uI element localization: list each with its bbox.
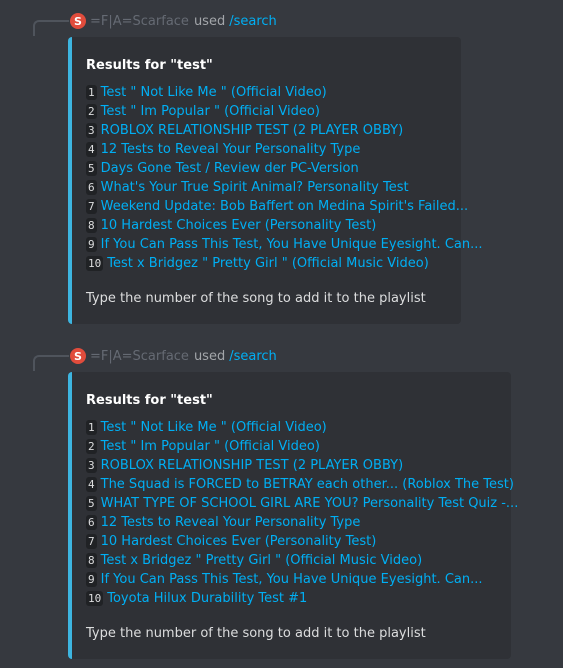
reply-connector bbox=[33, 20, 69, 36]
result-number: 6 bbox=[86, 515, 97, 530]
result-number: 4 bbox=[86, 142, 97, 157]
username[interactable]: =F|A=Scarface bbox=[90, 349, 189, 364]
result-link[interactable]: Test " Not Like Me " (Official Video) bbox=[101, 85, 327, 100]
message-header: S =F|A=Scarface used /search bbox=[70, 12, 277, 30]
list-item: 2 Test " Im Popular " (Official Video) bbox=[86, 437, 518, 456]
search-results-embed: Results for "test" 1 Test " Not Like Me "… bbox=[68, 372, 518, 659]
avatar[interactable]: S bbox=[70, 348, 86, 364]
result-link[interactable]: ROBLOX RELATIONSHIP TEST (2 PLAYER OBBY) bbox=[101, 123, 404, 138]
list-item: 10 Test x Bridgez " Pretty Girl " (Offici… bbox=[86, 254, 483, 273]
result-link[interactable]: If You Can Pass This Test, You Have Uniq… bbox=[101, 237, 483, 252]
result-number: 3 bbox=[86, 458, 97, 473]
list-item: 5 WHAT TYPE OF SCHOOL GIRL ARE YOU? Perso… bbox=[86, 494, 518, 513]
list-item: 10 Toyota Hilux Durability Test #1 bbox=[86, 589, 518, 608]
list-item: 2 Test " Im Popular " (Official Video) bbox=[86, 102, 483, 121]
list-item: 3 ROBLOX RELATIONSHIP TEST (2 PLAYER OBBY… bbox=[86, 456, 518, 475]
list-item: 8 Test x Bridgez " Pretty Girl " (Officia… bbox=[86, 551, 518, 570]
result-link[interactable]: 12 Tests to Reveal Your Personality Type bbox=[101, 142, 361, 157]
result-link[interactable]: 10 Hardest Choices Ever (Personality Tes… bbox=[101, 218, 377, 233]
embed-title: Results for "test" bbox=[86, 393, 213, 408]
command-link[interactable]: /search bbox=[229, 14, 277, 29]
result-number: 7 bbox=[86, 534, 97, 549]
list-item: 4 The Squad is FORCED to BETRAY each othe… bbox=[86, 475, 518, 494]
result-number: 4 bbox=[86, 477, 97, 492]
result-number: 3 bbox=[86, 123, 97, 138]
result-link[interactable]: Test x Bridgez " Pretty Girl " (Official… bbox=[107, 256, 429, 271]
result-link[interactable]: Test " Not Like Me " (Official Video) bbox=[101, 420, 327, 435]
list-item: 9 If You Can Pass This Test, You Have Uni… bbox=[86, 570, 518, 589]
list-item: 1 Test " Not Like Me " (Official Video) bbox=[86, 418, 518, 437]
embed-footer-text: Type the number of the song to add it to… bbox=[86, 626, 426, 641]
result-number: 10 bbox=[86, 256, 104, 271]
results-list: 1 Test " Not Like Me " (Official Video) 2… bbox=[86, 83, 483, 273]
message-header: S =F|A=Scarface used /search bbox=[70, 347, 277, 365]
list-item: 7 10 Hardest Choices Ever (Personality Te… bbox=[86, 532, 518, 551]
result-link[interactable]: Toyota Hilux Durability Test #1 bbox=[107, 591, 307, 606]
result-link[interactable]: Test " Im Popular " (Official Video) bbox=[101, 104, 320, 119]
result-link[interactable]: Days Gone Test / Review der PC-Version bbox=[101, 161, 359, 176]
result-number: 2 bbox=[86, 439, 97, 454]
list-item: 6 What's Your True Spirit Animal? Persona… bbox=[86, 178, 483, 197]
list-item: 7 Weekend Update: Bob Baffert on Medina S… bbox=[86, 197, 483, 216]
list-item: 4 12 Tests to Reveal Your Personality Typ… bbox=[86, 140, 483, 159]
result-number: 8 bbox=[86, 218, 97, 233]
command-link[interactable]: /search bbox=[229, 349, 277, 364]
result-number: 1 bbox=[86, 420, 97, 435]
result-number: 10 bbox=[86, 591, 104, 606]
embed-footer-text: Type the number of the song to add it to… bbox=[86, 291, 426, 306]
result-link[interactable]: 10 Hardest Choices Ever (Personality Tes… bbox=[101, 534, 377, 549]
result-number: 9 bbox=[86, 237, 97, 252]
used-text: used bbox=[193, 13, 226, 29]
avatar[interactable]: S bbox=[70, 13, 86, 29]
list-item: 3 ROBLOX RELATIONSHIP TEST (2 PLAYER OBBY… bbox=[86, 121, 483, 140]
search-results-embed: Results for "test" 1 Test " Not Like Me "… bbox=[68, 37, 483, 324]
result-link[interactable]: Weekend Update: Bob Baffert on Medina Sp… bbox=[101, 199, 469, 214]
result-number: 8 bbox=[86, 553, 97, 568]
reply-connector bbox=[33, 355, 69, 371]
result-number: 9 bbox=[86, 572, 97, 587]
list-item: 9 If You Can Pass This Test, You Have Uni… bbox=[86, 235, 483, 254]
result-number: 5 bbox=[86, 161, 97, 176]
list-item: 6 12 Tests to Reveal Your Personality Typ… bbox=[86, 513, 518, 532]
result-link[interactable]: Test " Im Popular " (Official Video) bbox=[101, 439, 320, 454]
username[interactable]: =F|A=Scarface bbox=[90, 14, 189, 29]
result-link[interactable]: 12 Tests to Reveal Your Personality Type bbox=[101, 515, 361, 530]
result-link[interactable]: Test x Bridgez " Pretty Girl " (Official… bbox=[101, 553, 423, 568]
list-item: 8 10 Hardest Choices Ever (Personality Te… bbox=[86, 216, 483, 235]
result-link[interactable]: ROBLOX RELATIONSHIP TEST (2 PLAYER OBBY) bbox=[101, 458, 404, 473]
list-item: 5 Days Gone Test / Review der PC-Version bbox=[86, 159, 483, 178]
results-list: 1 Test " Not Like Me " (Official Video) 2… bbox=[86, 418, 518, 608]
embed-title: Results for "test" bbox=[86, 58, 213, 73]
result-number: 2 bbox=[86, 104, 97, 119]
result-link[interactable]: If You Can Pass This Test, You Have Uniq… bbox=[101, 572, 483, 587]
result-link[interactable]: WHAT TYPE OF SCHOOL GIRL ARE YOU? Person… bbox=[101, 496, 519, 511]
used-text: used bbox=[193, 348, 226, 364]
list-item: 1 Test " Not Like Me " (Official Video) bbox=[86, 83, 483, 102]
result-number: 7 bbox=[86, 199, 97, 214]
result-link[interactable]: The Squad is FORCED to BETRAY each other… bbox=[101, 477, 514, 492]
result-number: 6 bbox=[86, 180, 97, 195]
result-number: 1 bbox=[86, 85, 97, 100]
result-link[interactable]: What's Your True Spirit Animal? Personal… bbox=[101, 180, 409, 195]
result-number: 5 bbox=[86, 496, 97, 511]
